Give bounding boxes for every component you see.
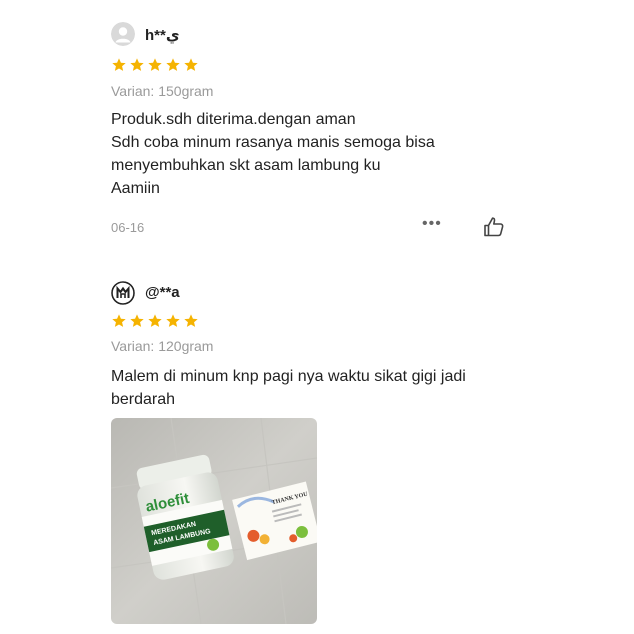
username[interactable]: @**a xyxy=(145,284,180,301)
username[interactable]: h**ي xyxy=(145,26,180,44)
star-icon xyxy=(148,58,162,71)
review-comment: Produk.sdh diterima.dengan aman Sdh coba… xyxy=(111,108,435,200)
review-photo-image: aloefit MEREDAKAN ASAM LAMBUNG THANK YOU xyxy=(111,418,317,624)
star-icon xyxy=(148,314,162,327)
avatar[interactable] xyxy=(111,281,135,305)
comment-line: Aamiin xyxy=(111,180,160,197)
star-icon xyxy=(112,314,126,327)
comment-line: berdarah xyxy=(111,391,176,408)
comment-line: menyembuhkan skt asam lambung ku xyxy=(111,157,381,174)
star-icon xyxy=(184,314,198,327)
comment-line: Sdh coba minum rasanya manis semoga bisa xyxy=(111,134,435,151)
variant-label: Varian: 150gram xyxy=(111,83,214,99)
more-dots-icon[interactable]: ••• xyxy=(422,215,442,233)
review-item: @**a Varian: 120gram Malem di minum knp … xyxy=(0,262,634,634)
variant-label: Varian: 120gram xyxy=(111,338,214,354)
thumbs-up-icon[interactable] xyxy=(482,215,506,239)
star-icon xyxy=(130,314,144,327)
review-item: h**ي Varian: 150gram Produk.sdh diterima… xyxy=(0,0,634,260)
star-rating xyxy=(111,57,199,73)
star-rating xyxy=(111,313,199,329)
comment-line: Malem di minum knp pagi nya waktu sikat … xyxy=(111,368,466,385)
comment-line: Produk.sdh diterima.dengan aman xyxy=(111,111,356,128)
star-icon xyxy=(112,58,126,71)
avatar[interactable] xyxy=(111,22,135,46)
review-date: 06-16 xyxy=(111,220,145,235)
review-comment: Malem di minum knp pagi nya waktu sikat … xyxy=(111,365,466,411)
star-icon xyxy=(166,58,180,71)
star-icon xyxy=(184,58,198,71)
review-photo[interactable]: aloefit MEREDAKAN ASAM LAMBUNG THANK YOU xyxy=(111,418,317,624)
star-icon xyxy=(130,58,144,71)
star-icon xyxy=(166,314,180,327)
